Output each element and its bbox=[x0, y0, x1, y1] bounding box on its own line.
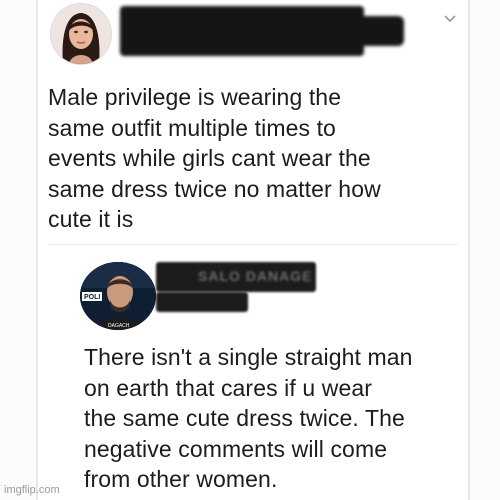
avatar-caption-text: DAGACH bbox=[108, 323, 130, 329]
imgflip-watermark: imgflip.com bbox=[4, 484, 60, 496]
redacted-reply-author-name: SALO DANAGE bbox=[156, 262, 316, 292]
post-text: Male privilege is wearing the same outfi… bbox=[48, 84, 381, 232]
screenshot-frame: Male privilege is wearing the same outfi… bbox=[0, 0, 500, 500]
man-portrait-image: POLI DAGACH bbox=[80, 262, 156, 330]
redacted-reply-author-handle bbox=[156, 292, 248, 312]
avatar-badge-text: POLI bbox=[84, 294, 100, 301]
post-card: Male privilege is wearing the same outfi… bbox=[36, 0, 470, 500]
woman-portrait-image bbox=[51, 4, 111, 64]
chevron-down-icon[interactable] bbox=[443, 12, 457, 26]
reply-text: There isn't a single straight man on ear… bbox=[84, 344, 413, 492]
divider bbox=[48, 244, 458, 245]
redacted-author-name bbox=[120, 6, 404, 56]
post-author-avatar[interactable] bbox=[50, 3, 112, 65]
reply-author-name-partial: SALO DANAGE bbox=[198, 268, 313, 284]
reply-author-avatar[interactable]: POLI DAGACH bbox=[80, 262, 156, 330]
